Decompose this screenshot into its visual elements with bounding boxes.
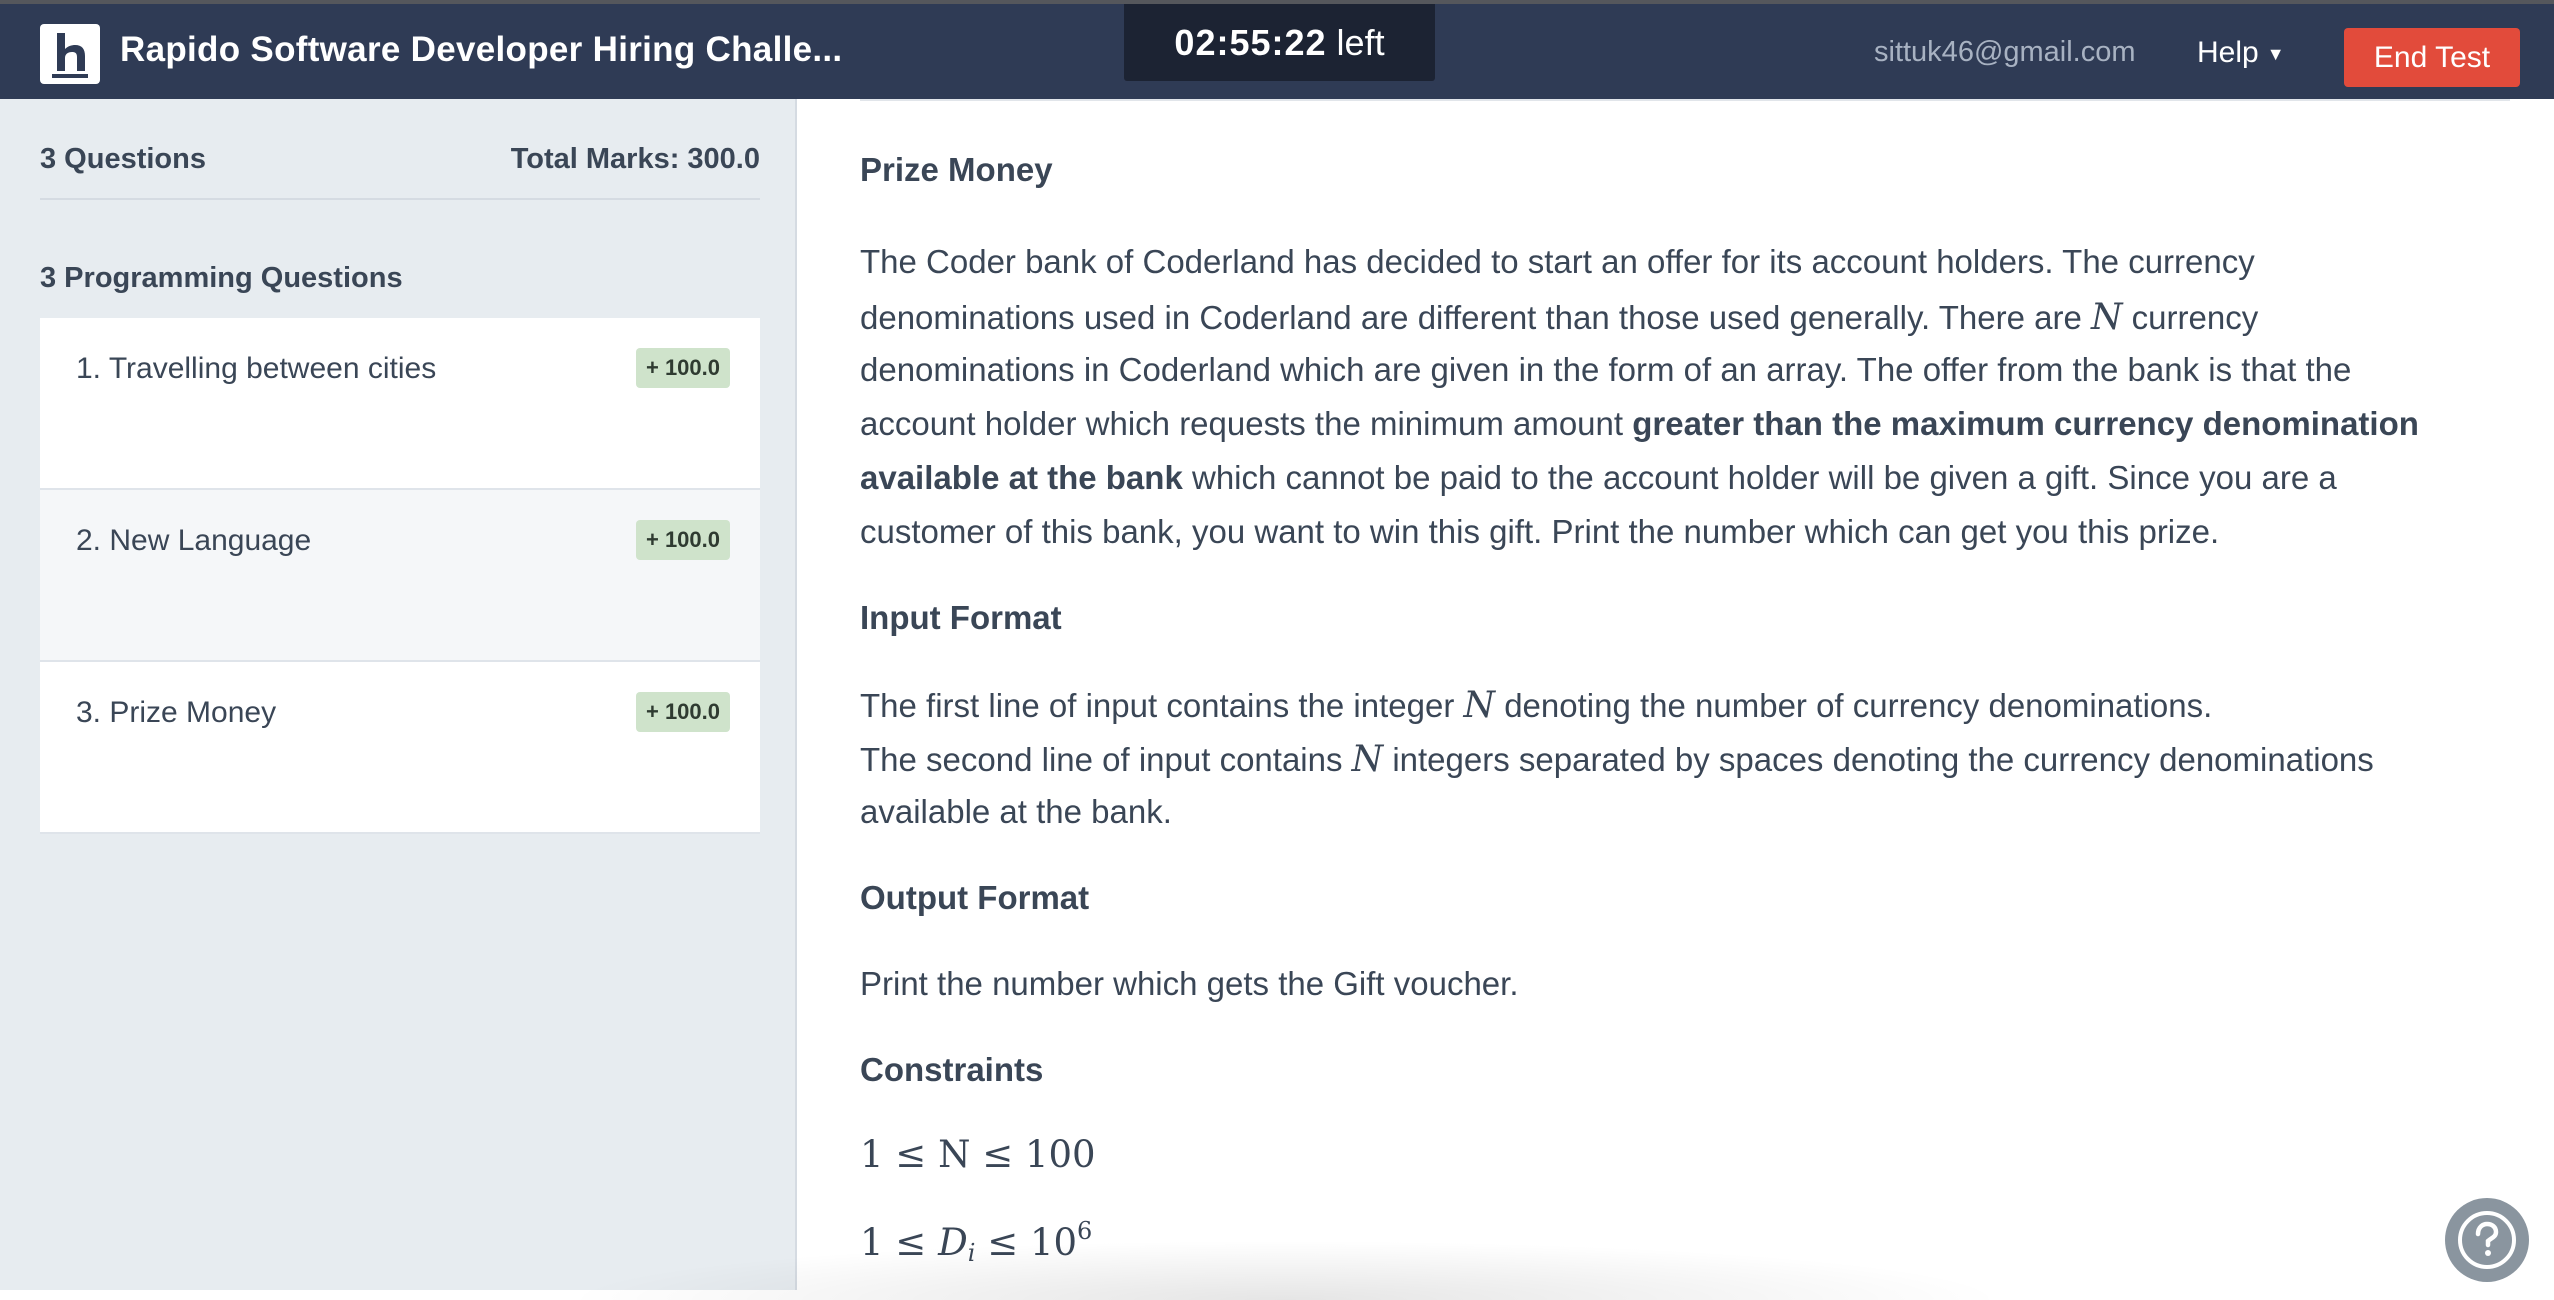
description-line: denominations in Coderland which are giv… <box>860 351 2352 388</box>
description-line: available at the bank which cannot be pa… <box>860 459 2337 497</box>
timer-value: 02:55:22 <box>1174 22 1327 63</box>
description-line: denominations used in Coderland are diff… <box>860 297 2258 338</box>
marks-badge: + 100.0 <box>635 348 730 388</box>
input-format-line: The second line of input contains N inte… <box>860 739 2374 780</box>
output-format-text: Print the number which gets the Gift vou… <box>860 965 1519 1002</box>
text: integers separated by spaces denoting th… <box>1392 741 2374 778</box>
question-label: 1. Travelling between cities <box>76 352 437 385</box>
question-label: 3. Prize Money <box>76 696 277 729</box>
problem-panel[interactable]: Prize Money The Coder bank of Coderland … <box>799 99 2554 1290</box>
constraint-n: 1 ≤ N ≤ 100 <box>860 1133 1096 1176</box>
text: currency <box>2131 299 2259 336</box>
help-dropdown[interactable]: Help ▼ <box>2197 36 2285 70</box>
math-variable: N <box>1351 739 1384 780</box>
challenge-title: Rapido Software Developer Hiring Challe.… <box>120 30 843 69</box>
question-item-2[interactable]: 2. New Language + 100.0 <box>40 490 760 662</box>
text: The first line of input contains the int… <box>860 687 1455 724</box>
end-test-button[interactable]: End Test <box>2344 28 2520 87</box>
text: which cannot be paid to the account hold… <box>1191 459 2337 496</box>
constraints-heading: Constraints <box>860 1051 1044 1088</box>
bold-text: greater than the maximum currency denomi… <box>1632 405 2419 442</box>
divider <box>40 198 760 200</box>
caret-down-icon: ▼ <box>2266 43 2285 64</box>
total-marks: Total Marks: 300.0 <box>510 143 760 175</box>
divider <box>860 99 2510 101</box>
input-format-heading: Input Format <box>860 599 1062 636</box>
question-item-1[interactable]: 1. Travelling between cities + 100.0 <box>40 318 760 490</box>
text: denominations used in Coderland are diff… <box>860 299 2082 336</box>
question-item-3[interactable]: 3. Prize Money + 100.0 <box>40 662 760 834</box>
input-format-line: available at the bank. <box>860 793 1172 830</box>
scroll-shadow <box>560 1240 2010 1300</box>
math-variable: N <box>1463 685 1496 726</box>
section-title: 3 Programming Questions <box>40 262 403 294</box>
text: The second line of input contains <box>860 741 1343 778</box>
bold-text: available at the bank <box>860 459 1183 496</box>
marks-badge: + 100.0 <box>635 520 730 560</box>
question-list: 1. Travelling between cities + 100.0 2. … <box>40 318 760 834</box>
description-line: customer of this bank, you want to win t… <box>860 513 2220 550</box>
top-header: Rapido Software Developer Hiring Challe.… <box>0 0 2554 99</box>
help-label: Help <box>2197 36 2259 69</box>
text: denoting the number of currency denomina… <box>1504 687 2213 724</box>
text: account holder which requests the minimu… <box>860 405 1624 442</box>
description-line: The Coder bank of Coderland has decided … <box>860 243 2255 280</box>
input-format-line: The first line of input contains the int… <box>860 685 2212 726</box>
marks-badge: + 100.0 <box>635 692 730 732</box>
math-variable: N <box>2090 297 2123 338</box>
help-question-icon[interactable] <box>2445 1198 2529 1282</box>
user-email: sittuk46@gmail.com <box>1874 36 2136 68</box>
timer-suffix: left <box>1336 22 1385 63</box>
questions-count: 3 Questions <box>40 143 206 175</box>
problem-title: Prize Money <box>860 151 1053 188</box>
question-sidebar: 3 Questions Total Marks: 300.0 3 Program… <box>0 99 797 1290</box>
description-line: account holder which requests the minimu… <box>860 405 2419 443</box>
hackerearth-logo[interactable] <box>40 24 100 84</box>
output-format-heading: Output Format <box>860 879 1090 916</box>
countdown-timer: 02:55:22 left <box>1124 4 1435 81</box>
sidebar-summary: 3 Questions Total Marks: 300.0 <box>40 143 760 176</box>
question-label: 2. New Language <box>76 524 312 557</box>
